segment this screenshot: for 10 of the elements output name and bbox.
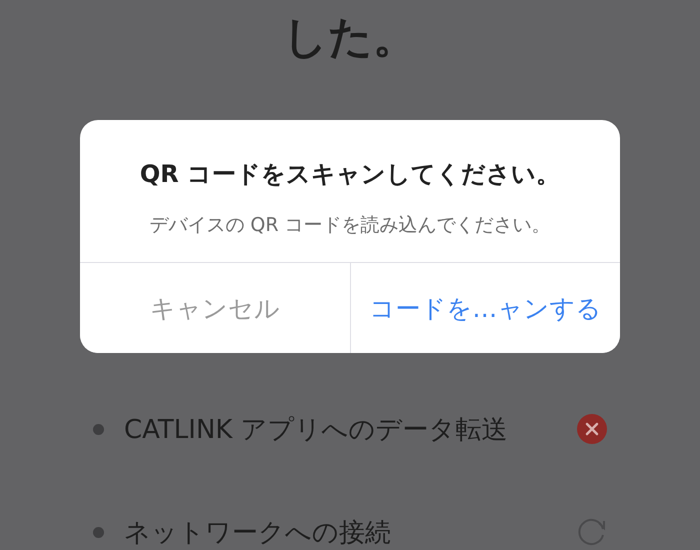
bullet-icon: [93, 526, 104, 538]
step-label: ネットワークへの接続: [124, 516, 391, 550]
confirm-button[interactable]: コードを…ャンする: [350, 263, 620, 353]
error-icon: [577, 414, 607, 444]
step-label: CATLINK アプリへのデータ転送: [124, 414, 508, 446]
page-heading: した。: [283, 11, 417, 65]
dialog-message: デバイスの QR コードを読み込んでください。: [149, 213, 551, 238]
bullet-icon: [93, 424, 104, 434]
dialog-title: QR コードをスキャンしてください。: [140, 159, 560, 190]
loading-icon: [577, 517, 607, 547]
